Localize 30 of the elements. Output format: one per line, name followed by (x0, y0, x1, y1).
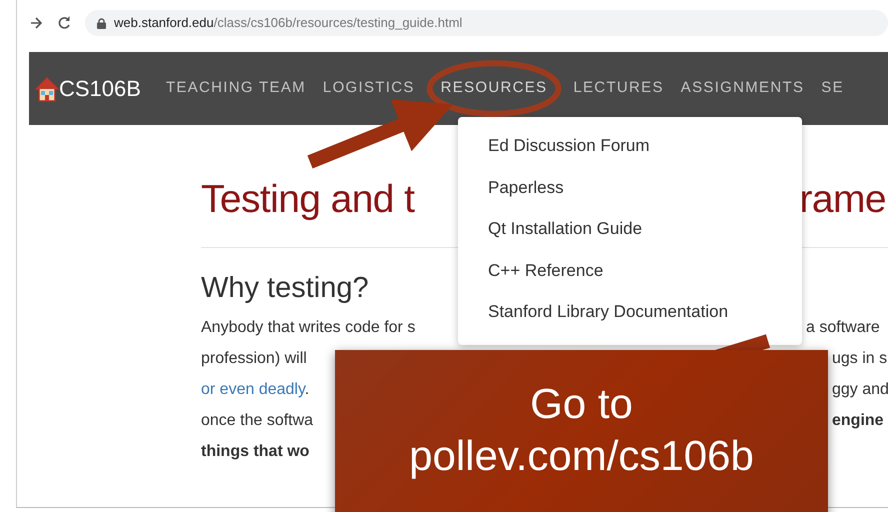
menu-item[interactable]: Ed Discussion Forum (458, 129, 802, 170)
nav-link[interactable]: SE (821, 77, 844, 100)
page-title: rame (800, 177, 887, 223)
paragraph-text: or even deadly. (201, 381, 310, 398)
nav-link[interactable]: TEACHING TEAM (166, 77, 306, 100)
section-heading: Why testing? (201, 272, 369, 304)
paragraph-text: ggy and (831, 380, 888, 400)
menu-item[interactable]: Paperless (458, 170, 802, 212)
menu-item[interactable]: Stanford Library Documentation (458, 295, 802, 336)
address-bar[interactable]: web.stanford.edu/class/cs106b/resources/testing_guide.html (85, 10, 888, 36)
paragraph-text: once the softwa (201, 412, 314, 429)
paragraph-text: engine (831, 411, 884, 431)
lock-icon (97, 18, 106, 28)
menu-item[interactable]: Qt Installation Guide (458, 212, 802, 254)
house-icon (35, 76, 59, 102)
text-link[interactable]: or even deadly (201, 381, 305, 398)
page-title: Testing and t (201, 177, 414, 223)
nav-link[interactable]: RESOURCES (440, 77, 548, 100)
brand-link[interactable]: CS106B (35, 72, 141, 105)
callout-text: pollev.com/cs106b (408, 431, 755, 481)
nav-link[interactable]: LOGISTICS (322, 77, 415, 100)
paragraph-text: a software (806, 318, 880, 338)
paragraph-text: profession) will (201, 350, 307, 367)
menu-item[interactable]: C++ Reference (458, 254, 802, 295)
paragraph-text: ugs in s (831, 349, 888, 369)
nav-link[interactable]: ASSIGNMENTS (680, 77, 804, 100)
callout-text: Go to (529, 379, 634, 429)
nav-link[interactable]: LECTURES (573, 77, 664, 100)
paragraph-text: Anybody that writes code for s (201, 319, 416, 336)
paragraph-text: things that wo (201, 443, 310, 460)
